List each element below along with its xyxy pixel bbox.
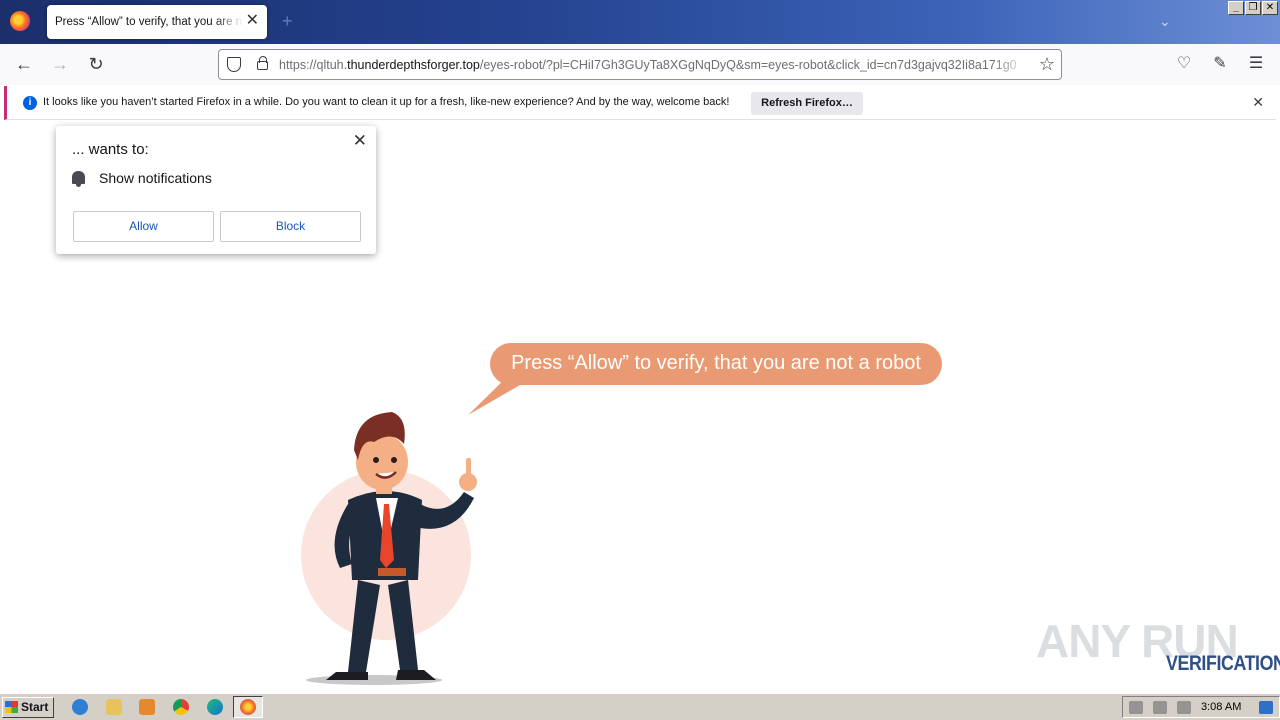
- url-domain: thunderdepthsforger.top: [347, 58, 480, 72]
- url-path: /eyes-robot/?pl=CHiI7Gh3GUyTa8XGgNqDyQ&s…: [479, 58, 1017, 72]
- back-arrow-icon[interactable]: ←: [14, 54, 34, 74]
- edge-icon[interactable]: [207, 699, 223, 715]
- show-desktop-icon[interactable]: [1259, 701, 1273, 714]
- action-center-flag-icon[interactable]: [1177, 701, 1191, 714]
- firefox-taskbar-button[interactable]: [233, 696, 263, 718]
- close-window-button[interactable]: ✕: [1262, 1, 1278, 15]
- system-tray: 3:08 AM: [1122, 696, 1280, 718]
- pocket-icon[interactable]: ♡: [1174, 54, 1194, 74]
- allow-button[interactable]: Allow: [73, 211, 214, 242]
- restore-button[interactable]: ❐: [1245, 1, 1261, 15]
- network-icon[interactable]: [1153, 701, 1167, 714]
- tab-strip: Press “Allow” to verify, that you are no…: [0, 0, 1280, 44]
- chrome-icon[interactable]: [173, 699, 189, 715]
- extensions-icon[interactable]: ✎: [1210, 54, 1230, 74]
- volume-icon[interactable]: [1129, 701, 1143, 714]
- new-tab-button[interactable]: +: [282, 12, 293, 30]
- bell-icon: [72, 171, 85, 187]
- window-controls: _ ❐ ✕: [1228, 1, 1278, 15]
- firefox-logo-icon[interactable]: [10, 11, 30, 31]
- url-text[interactable]: https://qltuh.thunderdepthsforger.top/ey…: [279, 58, 1029, 72]
- tab-active[interactable]: Press “Allow” to verify, that you are no…: [47, 5, 267, 39]
- minimize-button[interactable]: _: [1228, 1, 1244, 15]
- info-icon: i: [23, 96, 37, 110]
- watermark-label: VERIFICATION: [1166, 652, 1280, 675]
- popup-title: ... wants to:: [72, 141, 149, 158]
- permission-label: Show notifications: [99, 170, 212, 186]
- speech-bubble-text: Press “Allow” to verify, that you are no…: [511, 352, 921, 374]
- forward-arrow-icon[interactable]: →: [50, 54, 70, 74]
- url-bar[interactable]: https://qltuh.thunderdepthsforger.top/ey…: [218, 49, 1062, 80]
- refresh-firefox-notification-bar: i It looks like you haven’t started Fire…: [4, 86, 1276, 120]
- lock-icon[interactable]: [257, 56, 268, 70]
- tab-title: Press “Allow” to verify, that you are no…: [55, 16, 243, 28]
- clock[interactable]: 3:08 AM: [1201, 701, 1241, 713]
- firefox-icon: [240, 699, 256, 715]
- list-all-tabs-chevron-icon[interactable]: ⌄: [1159, 13, 1171, 30]
- internet-explorer-icon[interactable]: [72, 699, 88, 715]
- businessman-illustration: [301, 412, 477, 685]
- start-button[interactable]: Start: [2, 697, 54, 718]
- block-button[interactable]: Block: [220, 211, 361, 242]
- navigation-toolbar: ← → ↻ https://qltuh.thunderdepthsforger.…: [0, 44, 1280, 85]
- speech-bubble: Press “Allow” to verify, that you are no…: [490, 343, 942, 385]
- notification-message: It looks like you haven’t started Firefo…: [43, 96, 730, 108]
- start-label: Start: [21, 700, 49, 714]
- refresh-firefox-button[interactable]: Refresh Firefox…: [751, 92, 863, 115]
- anyrun-watermark: ANY RUN VERIFICATION: [1036, 608, 1280, 678]
- hamburger-menu-icon[interactable]: ☰: [1246, 54, 1266, 74]
- file-explorer-icon[interactable]: [106, 699, 122, 715]
- bookmark-star-icon[interactable]: ☆: [1039, 54, 1055, 75]
- popup-close-icon[interactable]: ✕: [353, 131, 367, 151]
- notification-close-icon[interactable]: ✕: [1252, 94, 1264, 111]
- windows-taskbar: Start 3:08 AM: [0, 693, 1280, 720]
- notification-permission-popup: ... wants to: ✕ Show notifications Allow…: [56, 126, 376, 254]
- windows-flag-icon: [5, 701, 18, 713]
- tracking-protection-shield-icon[interactable]: [227, 57, 241, 72]
- url-prefix: https://qltuh.: [279, 58, 348, 72]
- media-player-icon[interactable]: [139, 699, 155, 715]
- tab-close-icon[interactable]: ✕: [246, 13, 259, 29]
- reload-icon[interactable]: ↻: [86, 54, 106, 74]
